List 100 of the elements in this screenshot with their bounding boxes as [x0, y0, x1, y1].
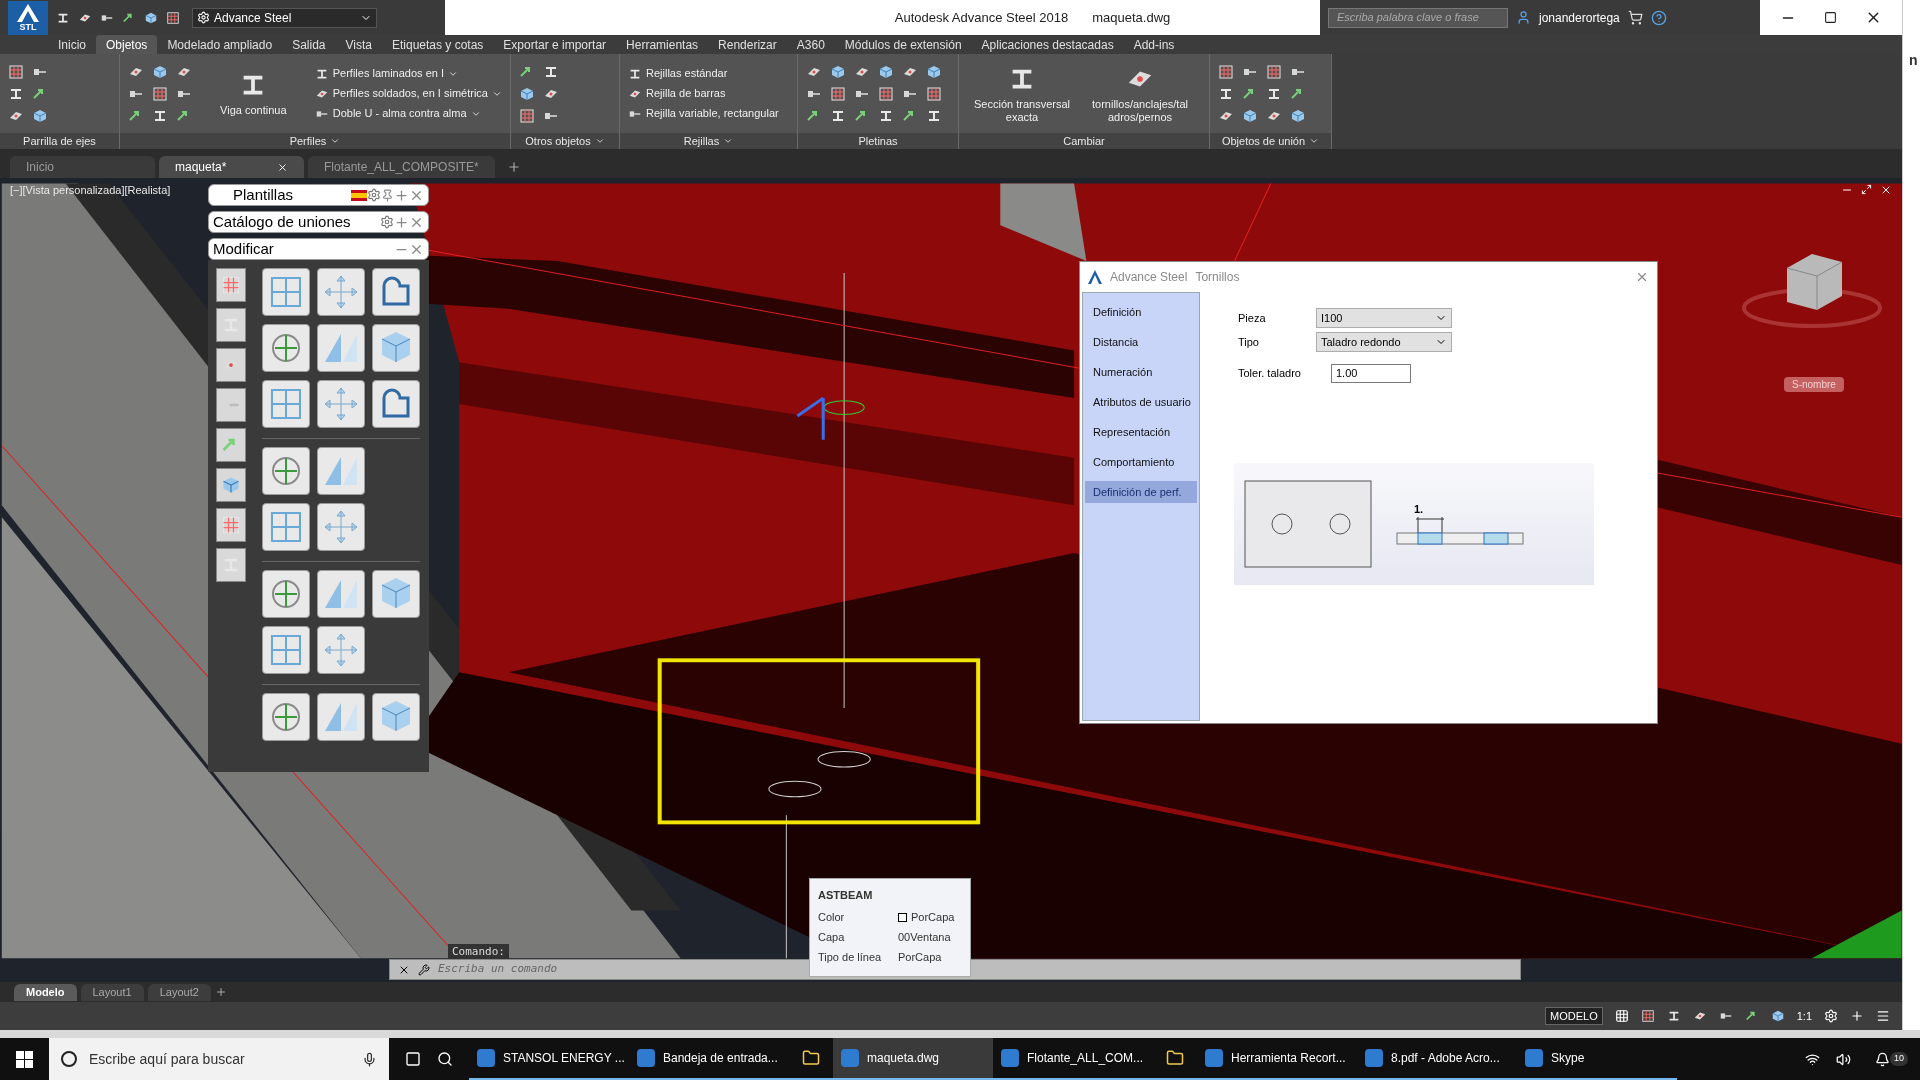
model-space-button[interactable]: MODELO	[1545, 1006, 1603, 1026]
tool-icon[interactable]	[32, 107, 48, 124]
ribbon-large-button[interactable]: tornillos/anclajes/taladros/pernos	[1085, 63, 1195, 124]
palette-tool-button[interactable]	[262, 570, 310, 618]
tool-icon[interactable]	[878, 85, 894, 102]
windows-logo-icon[interactable]	[16, 1050, 33, 1068]
tool-icon[interactable]	[926, 63, 942, 80]
taskbar-app-button[interactable]: maqueta.dwg	[833, 1038, 993, 1080]
taskbar-app-button[interactable]: Herramienta Recort...	[1197, 1038, 1357, 1080]
user-name[interactable]: jonanderortega	[1539, 8, 1620, 27]
ribbon-tab[interactable]: Modelado ampliado	[157, 35, 283, 54]
sidebar-item[interactable]: Definición de perf.	[1085, 481, 1197, 503]
palette-side-button[interactable]	[216, 348, 246, 382]
palette-tool-button[interactable]	[317, 324, 365, 372]
tool-icon[interactable]	[1218, 63, 1234, 80]
palette-tool-button[interactable]	[262, 324, 310, 372]
workspace-select[interactable]: Advance Steel	[192, 7, 377, 28]
ribbon-list-button[interactable]: Perfiles laminados en I	[314, 65, 502, 82]
palette-header[interactable]: Modificar	[208, 238, 429, 260]
caret-icon[interactable]	[594, 136, 605, 146]
caret-icon[interactable]	[723, 136, 734, 146]
palette-tool-button[interactable]	[372, 268, 420, 316]
palette-side-button[interactable]	[216, 268, 246, 302]
palette-tool-button[interactable]	[372, 570, 420, 618]
tool-icon[interactable]	[152, 63, 168, 80]
palette-tool-button[interactable]	[372, 693, 420, 741]
task-view-icon[interactable]	[405, 1051, 421, 1067]
user-icon[interactable]	[1516, 10, 1531, 25]
palette-tool-button[interactable]	[262, 447, 310, 495]
palette-header[interactable]: Catálogo de uniones	[208, 211, 429, 233]
ribbon-list-button[interactable]: Rejillas estándar	[628, 65, 779, 82]
annotation-scale[interactable]: 1:1	[1796, 1007, 1812, 1025]
ribbon-tab[interactable]: Vista	[335, 35, 382, 54]
menu-icon[interactable]	[1876, 1009, 1890, 1023]
palette-side-button[interactable]	[216, 428, 246, 462]
taskbar-app-button[interactable]: Bandeja de entrada...	[629, 1038, 789, 1080]
palette-tool-button[interactable]	[317, 380, 365, 428]
panel-title-bar[interactable]: Perfiles	[120, 133, 510, 149]
ribbon-list-button[interactable]: Rejilla de barras	[628, 85, 779, 102]
panel-title-bar[interactable]: Cambiar	[959, 133, 1209, 149]
maximize-icon[interactable]	[1824, 11, 1837, 24]
sidebar-item[interactable]: Atributos de usuario	[1085, 391, 1197, 413]
taskbar-app-button[interactable]: STANSOL ENERGY ...	[469, 1038, 629, 1080]
ribbon-tab[interactable]: Salida	[282, 35, 336, 54]
panel-title-bar[interactable]: Objetos de unión	[1210, 133, 1331, 149]
palette-tool-button[interactable]	[262, 503, 310, 551]
plus-icon[interactable]	[1850, 1009, 1864, 1023]
palette-tool-button[interactable]	[317, 503, 365, 551]
ribbon-tab[interactable]: Objetos	[96, 35, 158, 54]
palette-tool-button[interactable]	[372, 324, 420, 372]
taskbar-search-field[interactable]: Escribe aquí para buscar	[49, 1038, 389, 1080]
notification-icon[interactable]	[1875, 1051, 1890, 1067]
viewport-label[interactable]: [−][Vista personalizada][Realista]	[10, 182, 171, 199]
wrench-icon[interactable]	[418, 963, 430, 976]
ribbon-tab[interactable]: Renderizar	[708, 35, 787, 54]
grid-icon[interactable]	[1614, 1009, 1629, 1023]
app-menu-button[interactable]: STL	[8, 0, 48, 35]
tool-icon[interactable]	[926, 85, 942, 102]
ribbon-tab[interactable]: Inicio	[48, 35, 96, 54]
palette-tool-button[interactable]	[317, 268, 365, 316]
tool-icon[interactable]	[1290, 107, 1306, 124]
panel-title-bar[interactable]: Parrilla de ejes	[0, 133, 119, 149]
flag-icon[interactable]	[351, 189, 367, 201]
palette-tool-button[interactable]	[372, 380, 420, 428]
tool-icon[interactable]	[519, 85, 535, 102]
ribbon-list-button[interactable]: Perfiles soldados, en I simétrica	[314, 85, 502, 102]
palette-header[interactable]: Plantillas	[208, 184, 429, 206]
tool-icon[interactable]	[830, 63, 846, 80]
select-field[interactable]: Taladro redondo	[1316, 332, 1452, 352]
tool-icon[interactable]	[1266, 63, 1282, 80]
new-tab-icon[interactable]	[506, 160, 521, 174]
input-field[interactable]: 1.00	[1331, 364, 1411, 383]
ribbon-tab[interactable]: Módulos de extensión	[834, 35, 972, 54]
ribbon-tab[interactable]: Exportar e importar	[493, 35, 617, 54]
tool-icon[interactable]	[8, 63, 24, 80]
tool-icon[interactable]	[221, 475, 241, 495]
new-layout-icon[interactable]	[214, 986, 227, 998]
layout-tab[interactable]: Layout2	[147, 983, 211, 1001]
caret-icon[interactable]	[1309, 136, 1320, 146]
palette-tool-button[interactable]	[317, 447, 365, 495]
palette-side-button[interactable]	[216, 388, 246, 422]
caret-icon[interactable]	[330, 136, 341, 146]
document-tab[interactable]: Flotante_ALL_COMPOSITE*	[308, 156, 495, 178]
palette-side-button[interactable]	[216, 468, 246, 502]
quick-access-icon[interactable]	[166, 10, 180, 25]
help-icon[interactable]	[1650, 9, 1667, 26]
ribbon-large-button[interactable]: Sección transversal exacta	[967, 63, 1077, 124]
ribbon-large-button[interactable]: Viga continua	[200, 70, 307, 117]
restore-icon[interactable]	[1861, 184, 1872, 195]
ribbon-tab[interactable]: A360	[786, 35, 835, 54]
select-field[interactable]: I100	[1316, 308, 1452, 328]
speaker-icon[interactable]	[1836, 1051, 1851, 1067]
plus-icon[interactable]	[394, 214, 409, 230]
tool-icon[interactable]	[1242, 107, 1258, 124]
panel-title-bar[interactable]: Rejillas	[620, 133, 797, 149]
ribbon-list-button[interactable]: Doble U - alma contra alma	[314, 105, 502, 122]
taskbar-app-button[interactable]: 8.pdf - Adobe Acro...	[1357, 1038, 1517, 1080]
sidebar-item[interactable]: Distancia	[1085, 331, 1197, 353]
palette-tool-button[interactable]	[262, 626, 310, 674]
palette-side-button[interactable]	[216, 308, 246, 342]
